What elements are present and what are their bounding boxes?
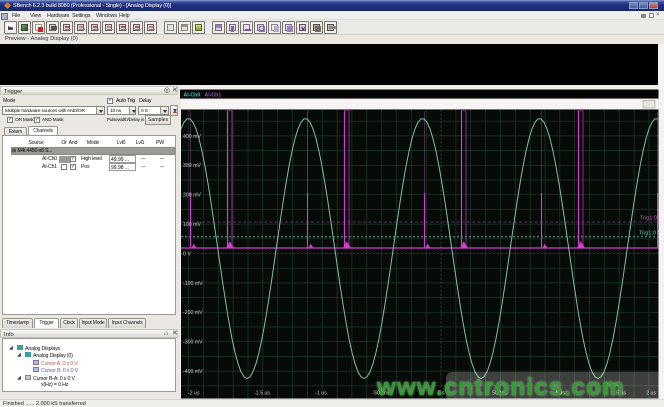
svg-text:300 mV: 300 mV	[183, 163, 201, 169]
svg-text:-300 mV: -300 mV	[183, 340, 203, 346]
svg-text:-400 mV: -400 mV	[183, 369, 203, 375]
svg-text:-1 us: -1 us	[315, 391, 327, 397]
svg-text:100 mV: 100 mV	[183, 222, 201, 228]
svg-text:Trig1:0 S: Trig1:0 S	[639, 231, 661, 237]
svg-text:AI-Ch0: AI-Ch0	[184, 93, 201, 99]
svg-text:-2 us: -2 us	[188, 391, 200, 397]
svg-text:-1.5 us: -1.5 us	[254, 391, 270, 397]
svg-text:-100 mV: -100 mV	[183, 281, 203, 287]
svg-text:200 mV: 200 mV	[183, 193, 201, 199]
svg-text:AI-Ch1: AI-Ch1	[205, 93, 222, 99]
svg-text:400 mV: 400 mV	[183, 134, 201, 140]
svg-text:0 V: 0 V	[183, 251, 191, 257]
svg-text:-200 mV: -200 mV	[183, 310, 203, 316]
